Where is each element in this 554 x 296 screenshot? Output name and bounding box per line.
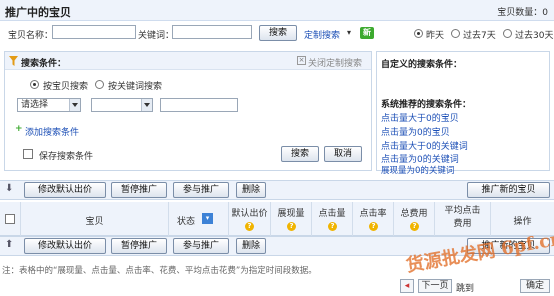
keyword-label: 关键词： bbox=[138, 31, 175, 41]
radio-by-keyword[interactable] bbox=[95, 80, 104, 89]
condition-value-input[interactable] bbox=[160, 98, 238, 112]
custom-conditions-title: 自定义的搜索条件： bbox=[381, 60, 463, 70]
col-total-cost: 总费用 ? bbox=[393, 202, 434, 236]
modify-bid-button[interactable]: 修改默认出价 bbox=[24, 238, 106, 254]
help-icon[interactable]: ? bbox=[328, 222, 337, 231]
pause-button[interactable]: 暂停推广 bbox=[111, 238, 167, 254]
search-conditions-panel: 搜索条件： × 关闭定制搜索 按宝贝搜索 按关键词搜索 请选择 + 添加搜索条件… bbox=[4, 51, 372, 171]
recommended-item[interactable]: 点击量大于0的关键词 bbox=[381, 139, 468, 152]
recommended-title: 系统推荐的搜索条件： bbox=[381, 100, 472, 110]
col-default-bid-label: 默认出价 bbox=[231, 209, 268, 219]
col-item-label: 宝贝 bbox=[85, 217, 104, 227]
dropdown-icon[interactable]: ▾ bbox=[202, 213, 213, 224]
jump-label: 跳到 bbox=[456, 284, 475, 294]
chevron-down-icon bbox=[69, 99, 80, 111]
radio-by-item[interactable] bbox=[30, 80, 39, 89]
col-clicks: 点击量 ? bbox=[311, 202, 352, 236]
option-yesterday: 昨天 bbox=[426, 31, 445, 41]
resume-button[interactable]: 参与推广 bbox=[173, 238, 229, 254]
page-title: 推广中的宝贝 bbox=[5, 6, 71, 19]
col-item: 宝贝 bbox=[20, 202, 168, 236]
new-badge: 新 bbox=[360, 27, 374, 39]
pause-button[interactable]: 暂停推广 bbox=[111, 182, 167, 198]
table-header: 宝贝 状态 ▾ 默认出价 ? 展现量 ? 点击量 ? 点击率 ? 总费用 ? 平… bbox=[0, 202, 554, 236]
col-total-cost-label: 总费用 bbox=[400, 209, 428, 219]
footer-note: 注：表格中的“展现量、点击量、点击率、花费、平均点击花费”为指定时间段数据。 bbox=[2, 266, 317, 276]
option-7days: 过去7天 bbox=[463, 31, 496, 41]
save-conditions-checkbox[interactable] bbox=[23, 149, 33, 159]
top-toolbar: ⬇ 修改默认出价 暂停推广 参与推广 删除 推广新的宝贝 bbox=[0, 180, 554, 200]
conditions-header: 搜索条件： × 关闭定制搜索 bbox=[5, 52, 371, 70]
radio-30days[interactable] bbox=[503, 29, 512, 38]
col-ctr: 点击率 ? bbox=[352, 202, 393, 236]
next-page-button[interactable]: 下一页 bbox=[418, 279, 452, 293]
item-name-label: 宝贝名称： bbox=[8, 31, 54, 41]
confirm-button[interactable]: 确定 bbox=[520, 279, 550, 293]
keyword-input[interactable] bbox=[172, 25, 252, 39]
arrow-down-icon: ⬇ bbox=[5, 183, 14, 194]
conditions-cancel-button[interactable]: 取消 bbox=[324, 146, 362, 162]
col-impressions-label: 展现量 bbox=[277, 209, 305, 219]
chevron-down-icon[interactable]: ▾ bbox=[347, 28, 351, 37]
help-icon[interactable]: ? bbox=[287, 222, 296, 231]
delete-button[interactable]: 删除 bbox=[236, 238, 266, 254]
search-button[interactable]: 搜索 bbox=[259, 25, 297, 41]
col-impressions: 展现量 ? bbox=[270, 202, 311, 236]
operator-select[interactable] bbox=[91, 98, 153, 112]
col-status-label: 状态 bbox=[177, 217, 196, 227]
plus-icon[interactable]: + bbox=[15, 124, 23, 134]
recommended-item[interactable]: 点击量大于0的宝贝 bbox=[381, 111, 459, 124]
search-row: 宝贝名称： 关键词： 搜索 定制搜索 ▾ 新 昨天 过去7天 过去30天 bbox=[0, 23, 554, 45]
col-actions-label: 操作 bbox=[513, 217, 532, 227]
item-count: 宝贝数量：0 bbox=[497, 8, 548, 18]
modify-bid-button[interactable]: 修改默认出价 bbox=[24, 182, 106, 198]
col-ctr-label: 点击率 bbox=[359, 209, 387, 219]
close-icon[interactable]: × bbox=[297, 56, 306, 65]
arrow-up-icon: ⬆ bbox=[5, 239, 14, 250]
col-clicks-label: 点击量 bbox=[318, 209, 346, 219]
custom-conditions-panel: 自定义的搜索条件： 系统推荐的搜索条件： 点击量大于0的宝贝 点击量为0的宝贝 … bbox=[376, 51, 550, 176]
filter-icon bbox=[9, 56, 18, 66]
item-name-input[interactable] bbox=[52, 25, 136, 39]
col-avg-cpc-label: 平均点击费用 bbox=[444, 206, 481, 229]
help-icon[interactable]: ? bbox=[245, 222, 254, 231]
help-icon[interactable]: ? bbox=[369, 222, 378, 231]
field-select[interactable]: 请选择 bbox=[17, 98, 81, 112]
save-conditions-label: 保存搜索条件 bbox=[39, 152, 94, 162]
col-avg-cpc: 平均点击费用 bbox=[434, 202, 490, 236]
select-all-checkbox[interactable] bbox=[5, 214, 15, 224]
radio-yesterday[interactable] bbox=[414, 29, 423, 38]
mode-by-item: 按宝贝搜索 bbox=[43, 82, 89, 92]
top-bar: 推广中的宝贝 宝贝数量：0 bbox=[0, 0, 554, 21]
add-condition-link[interactable]: 添加搜索条件 bbox=[25, 125, 79, 138]
custom-search-link[interactable]: 定制搜索 bbox=[304, 28, 340, 41]
delete-button[interactable]: 删除 bbox=[236, 182, 266, 198]
help-icon[interactable]: ? bbox=[410, 222, 419, 231]
resume-button[interactable]: 参与推广 bbox=[173, 182, 229, 198]
col-default-bid: 默认出价 ? bbox=[228, 202, 270, 236]
prev-page-button[interactable]: ◂ bbox=[400, 279, 414, 293]
field-select-value: 请选择 bbox=[21, 100, 49, 110]
col-status[interactable]: 状态 ▾ bbox=[168, 202, 228, 236]
close-custom-search-link[interactable]: 关闭定制搜索 bbox=[308, 56, 362, 69]
conditions-search-button[interactable]: 搜索 bbox=[281, 146, 319, 162]
option-30days: 过去30天 bbox=[515, 31, 554, 41]
mode-by-keyword: 按关键词搜索 bbox=[108, 82, 163, 92]
recommended-item[interactable]: 点击量为0的宝贝 bbox=[381, 125, 450, 138]
chevron-down-icon bbox=[141, 99, 152, 111]
radio-7days[interactable] bbox=[451, 29, 460, 38]
conditions-title: 搜索条件： bbox=[21, 59, 67, 69]
recommended-item[interactable]: 展现量为0的关键词 bbox=[381, 164, 454, 176]
promote-new-item-button[interactable]: 推广新的宝贝 bbox=[467, 182, 550, 198]
